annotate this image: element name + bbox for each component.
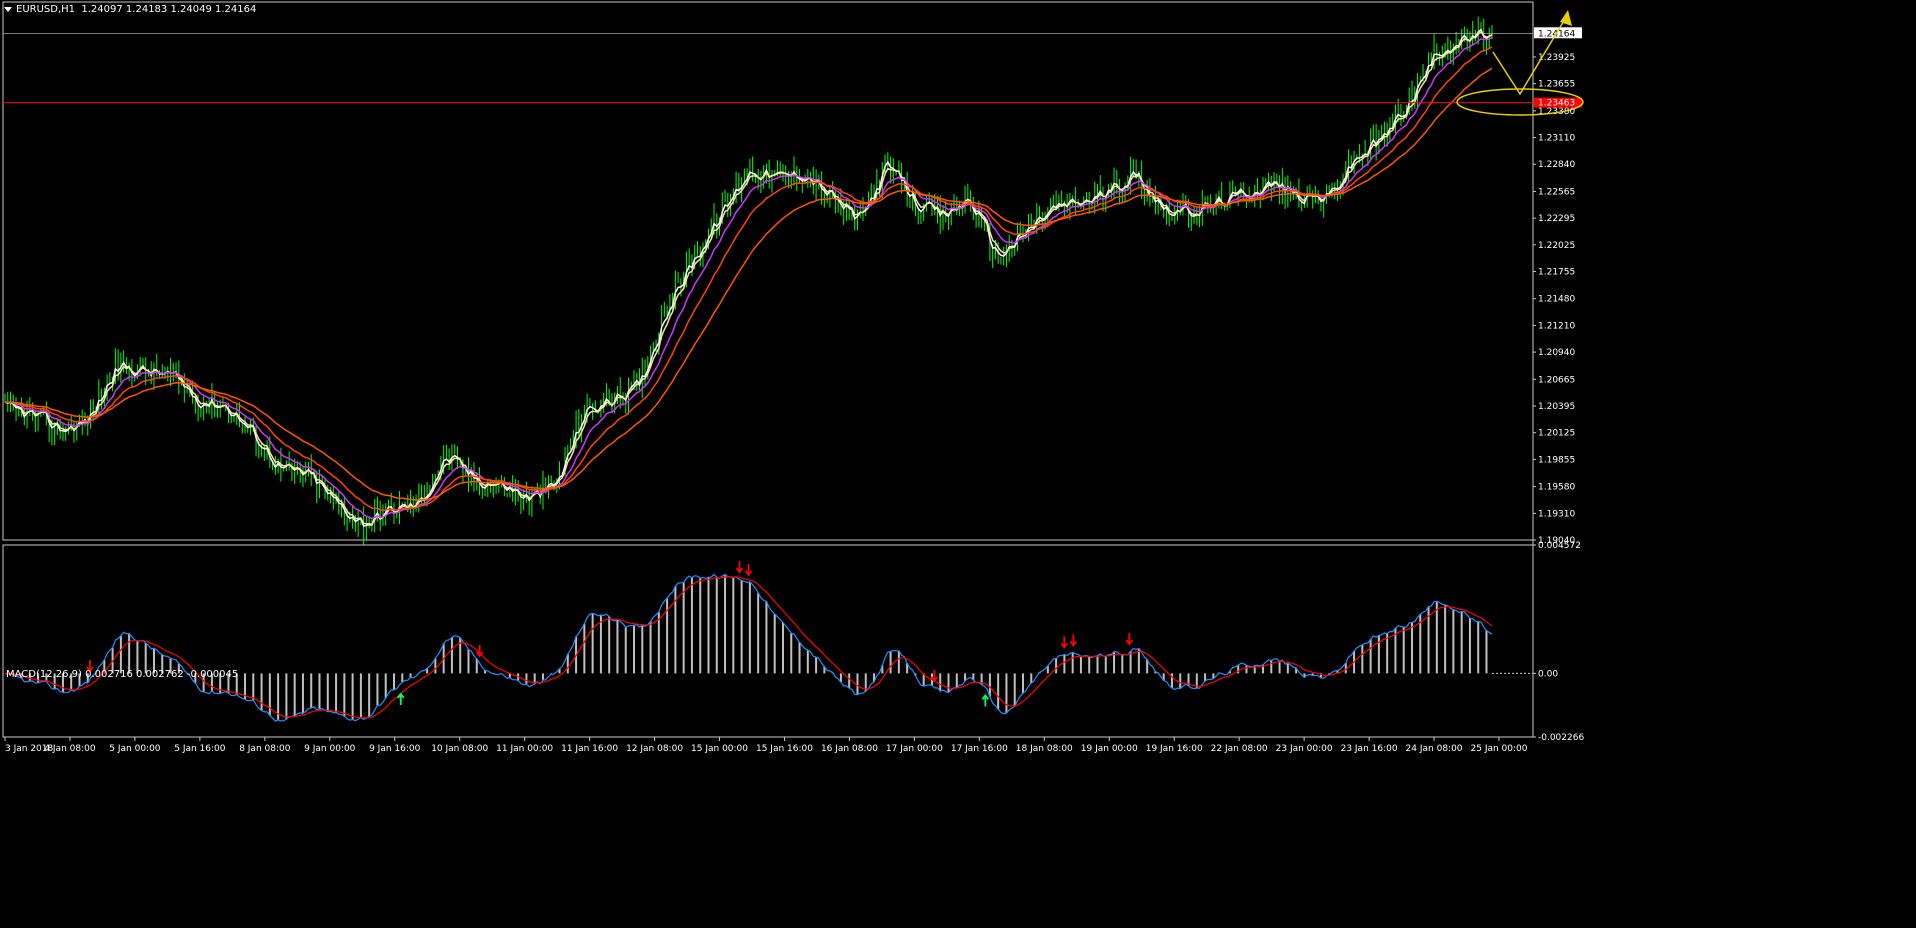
- x-tick-label: 24 Jan 08:00: [1406, 744, 1463, 754]
- chart-canvas[interactable]: 1.239251.236551.233801.231101.228401.225…: [0, 0, 1916, 924]
- x-tick-label: 19 Jan 00:00: [1081, 744, 1138, 754]
- y-tick-label: 1.22840: [1538, 160, 1575, 170]
- x-tick-label: 4 Jan 08:00: [44, 744, 96, 754]
- signal-line: [4, 576, 1493, 719]
- x-tick-label: 15 Jan 16:00: [756, 744, 813, 754]
- sell-signal-arrow: [1060, 636, 1069, 649]
- macd-y-tick-label: -0.002266: [1538, 733, 1584, 743]
- x-tick-label: 19 Jan 16:00: [1146, 744, 1203, 754]
- x-tick-label: 16 Jan 08:00: [821, 744, 878, 754]
- x-tick-label: 9 Jan 16:00: [369, 744, 421, 754]
- x-tick-label: 9 Jan 00:00: [304, 744, 356, 754]
- y-tick-label: 1.21480: [1538, 295, 1575, 305]
- ma-line: [4, 28, 1493, 527]
- x-tick-label: 25 Jan 00:00: [1471, 744, 1528, 754]
- y-tick-label: 1.19580: [1538, 483, 1575, 493]
- y-tick-label: 1.23655: [1538, 80, 1575, 90]
- x-tick-label: 17 Jan 16:00: [951, 744, 1008, 754]
- y-tick-label: 1.23110: [1538, 134, 1575, 144]
- current-price-label: 1.24164: [1538, 29, 1575, 39]
- ohlc-high: 1.24183: [125, 4, 168, 15]
- y-tick-label: 1.21755: [1538, 268, 1575, 278]
- ohlc-close: 1.24164: [215, 4, 257, 15]
- x-tick-label: 5 Jan 00:00: [109, 744, 161, 754]
- x-tick-label: 8 Jan 08:00: [239, 744, 291, 754]
- menu-triangle-icon[interactable]: [4, 6, 12, 12]
- x-tick-label: 15 Jan 00:00: [691, 744, 748, 754]
- macd-histogram: [12, 574, 1488, 720]
- macd-y-tick-label: 0.00: [1538, 669, 1558, 679]
- x-tick-label: 11 Jan 16:00: [561, 744, 618, 754]
- macd-header: MACD(12,26,9) 0.002716 0.002762 -0.00004…: [6, 669, 239, 680]
- y-tick-label: 1.20125: [1538, 429, 1575, 439]
- buy-signal-arrow: [981, 693, 990, 707]
- y-tick-label: 1.19310: [1538, 509, 1575, 519]
- sell-signal-arrow: [1069, 634, 1078, 647]
- ma-line: [4, 37, 1493, 520]
- y-tick-label: 1.20940: [1538, 348, 1575, 358]
- y-tick-label: 1.20665: [1538, 375, 1575, 385]
- sell-signal-arrow: [1125, 633, 1133, 646]
- chart-root: 1.23925 1.23655 1.23380 1.23110 1.22840 1.225…: [0, 0, 1916, 924]
- macd-y-tick-label: 0.004572: [1538, 541, 1581, 551]
- x-tick-label: 10 Jan 08:00: [431, 744, 488, 754]
- x-tick-label: 18 Jan 08:00: [1016, 744, 1073, 754]
- ohlc-low: 1.24049: [170, 4, 212, 15]
- ma-line: [4, 30, 1493, 526]
- macd-pane-frame: [2, 544, 1534, 738]
- price-header: EURUSD,H1 1.24097 1.24183 1.24049 1.2416…: [4, 4, 256, 15]
- buy-signal-arrow: [397, 692, 405, 705]
- symbol-title: EURUSD,H1: [16, 4, 76, 15]
- x-tick-label: 11 Jan 00:00: [496, 744, 553, 754]
- x-tick-label: 12 Jan 08:00: [626, 744, 683, 754]
- y-tick-label: 1.22565: [1538, 187, 1575, 197]
- ma-line: [4, 67, 1493, 501]
- x-tick-label: 22 Jan 08:00: [1211, 744, 1268, 754]
- sell-signal-arrow: [735, 561, 744, 574]
- sell-signal-arrow: [744, 563, 753, 577]
- price-bars: [4, 16, 1493, 545]
- y-tick-label: 1.19855: [1538, 455, 1575, 465]
- price-pane-frame: [2, 1, 1534, 541]
- macd-line: [4, 573, 1493, 722]
- y-tick-label: 1.22295: [1538, 214, 1575, 224]
- ma-line: [4, 46, 1493, 511]
- x-tick-label: 23 Jan 00:00: [1276, 744, 1333, 754]
- horizontal-level-label: 1.23463: [1538, 99, 1575, 109]
- x-tick-label: 5 Jan 16:00: [174, 744, 226, 754]
- y-tick-label: 1.22025: [1538, 241, 1575, 251]
- x-tick-label: 17 Jan 00:00: [886, 744, 943, 754]
- ohlc-open: 1.24097: [81, 4, 123, 15]
- y-tick-label: 1.20395: [1538, 402, 1575, 412]
- y-tick-label: 1.21210: [1538, 321, 1575, 331]
- x-tick-label: 23 Jan 16:00: [1341, 744, 1398, 754]
